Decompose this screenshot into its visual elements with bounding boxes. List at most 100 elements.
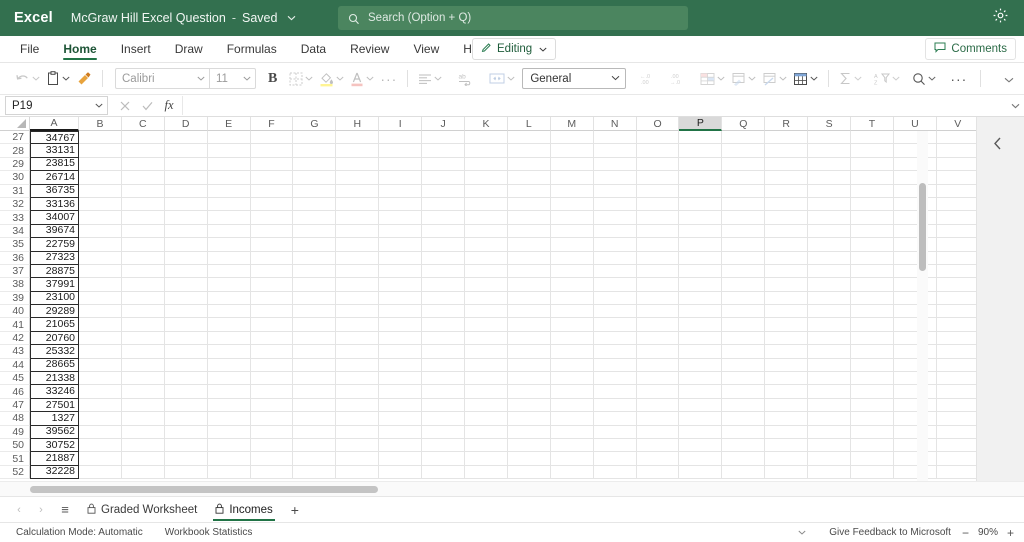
cell-F38[interactable] <box>250 278 294 292</box>
cell-R33[interactable] <box>765 211 809 225</box>
cell-D42[interactable] <box>164 331 208 346</box>
cell-I31[interactable] <box>379 184 423 198</box>
cell-R37[interactable] <box>765 264 809 279</box>
cell-F36[interactable] <box>250 251 294 265</box>
cell-C30[interactable] <box>121 171 165 185</box>
row-header[interactable]: 41 <box>0 318 30 332</box>
cell-F44[interactable] <box>250 358 294 373</box>
cell-C51[interactable] <box>121 452 165 466</box>
cell-M28[interactable] <box>550 144 594 158</box>
cell-A44[interactable]: 28665 <box>30 357 79 373</box>
cell-P46[interactable] <box>679 385 723 399</box>
cell-E47[interactable] <box>207 398 251 413</box>
cell-G52[interactable] <box>293 465 337 480</box>
cell-E51[interactable] <box>207 452 251 466</box>
chevron-down-icon[interactable] <box>434 74 442 83</box>
cell-F45[interactable] <box>250 372 294 386</box>
cell-R35[interactable] <box>765 238 809 252</box>
cell-A43[interactable]: 25332 <box>30 344 79 359</box>
chevron-down-icon[interactable] <box>748 74 756 83</box>
cell-N35[interactable] <box>593 238 637 252</box>
cell-E34[interactable] <box>207 224 251 239</box>
cell-H30[interactable] <box>336 171 380 185</box>
column-header-n[interactable]: N <box>593 117 637 131</box>
cell-V43[interactable] <box>936 345 976 359</box>
column-header-p[interactable]: P <box>679 117 723 131</box>
cell-G39[interactable] <box>293 291 337 306</box>
cell-T43[interactable] <box>851 345 894 359</box>
cell-K37[interactable] <box>465 264 508 279</box>
cell-U50[interactable] <box>893 438 937 453</box>
cell-I52[interactable] <box>379 465 423 480</box>
cell-T30[interactable] <box>851 171 894 185</box>
cell-H46[interactable] <box>336 385 380 399</box>
cell-D38[interactable] <box>164 278 208 292</box>
cell-S39[interactable] <box>808 291 852 306</box>
cell-K35[interactable] <box>465 238 508 252</box>
vertical-scrollbar-thumb[interactable] <box>919 183 926 271</box>
cell-A38[interactable]: 37991 <box>30 277 79 292</box>
cell-R27[interactable] <box>765 131 809 145</box>
cell-C40[interactable] <box>121 305 165 319</box>
insert-cells-button[interactable] <box>790 67 821 91</box>
column-header-m[interactable]: M <box>550 117 594 131</box>
cell-O36[interactable] <box>636 251 680 265</box>
cell-C46[interactable] <box>121 385 165 399</box>
editing-mode-button[interactable]: Editing <box>472 38 557 60</box>
cell-O50[interactable] <box>636 438 680 453</box>
cell-E44[interactable] <box>207 358 251 373</box>
cell-V40[interactable] <box>936 305 976 319</box>
cell-K43[interactable] <box>465 345 508 359</box>
cell-L46[interactable] <box>507 385 551 399</box>
cell-R36[interactable] <box>765 251 809 265</box>
cell-F37[interactable] <box>250 264 294 279</box>
cell-L30[interactable] <box>507 171 551 185</box>
cell-U33[interactable] <box>893 211 937 225</box>
cell-E48[interactable] <box>207 412 251 426</box>
cell-F34[interactable] <box>250 224 294 239</box>
cell-O43[interactable] <box>636 345 680 359</box>
cell-M34[interactable] <box>550 224 594 239</box>
cancel-entry-button[interactable] <box>114 96 136 116</box>
cell-N51[interactable] <box>593 452 637 466</box>
tab-home[interactable]: Home <box>51 36 108 62</box>
cell-A42[interactable]: 20760 <box>30 330 79 346</box>
cell-L43[interactable] <box>507 345 551 359</box>
cell-B28[interactable] <box>79 144 122 158</box>
row-header[interactable]: 31 <box>0 184 30 198</box>
cell-J35[interactable] <box>422 238 466 252</box>
cell-Q48[interactable] <box>722 412 766 426</box>
cell-C29[interactable] <box>121 157 165 172</box>
cell-I33[interactable] <box>379 211 423 225</box>
cell-T39[interactable] <box>851 291 894 306</box>
cell-U43[interactable] <box>893 345 937 359</box>
cell-L35[interactable] <box>507 238 551 252</box>
cell-T49[interactable] <box>851 425 894 439</box>
cell-E43[interactable] <box>207 345 251 359</box>
cell-P50[interactable] <box>679 438 723 453</box>
cell-G46[interactable] <box>293 385 337 399</box>
cell-D52[interactable] <box>164 465 208 480</box>
cell-N46[interactable] <box>593 385 637 399</box>
cell-I32[interactable] <box>379 197 423 212</box>
cell-C37[interactable] <box>121 264 165 279</box>
cell-E33[interactable] <box>207 211 251 225</box>
cell-H37[interactable] <box>336 264 380 279</box>
cell-O46[interactable] <box>636 385 680 399</box>
cell-P31[interactable] <box>679 184 723 198</box>
row-header[interactable]: 50 <box>0 438 30 453</box>
cell-R42[interactable] <box>765 331 809 346</box>
cell-N32[interactable] <box>593 197 637 212</box>
cell-I43[interactable] <box>379 345 423 359</box>
cell-C27[interactable] <box>121 131 165 145</box>
cell-S32[interactable] <box>808 197 852 212</box>
cell-M49[interactable] <box>550 425 594 439</box>
cell-P27[interactable] <box>679 131 723 145</box>
cell-C42[interactable] <box>121 331 165 346</box>
cell-L36[interactable] <box>507 251 551 265</box>
zoom-in-button[interactable]: + <box>1007 526 1014 540</box>
cell-C35[interactable] <box>121 238 165 252</box>
cell-F43[interactable] <box>250 345 294 359</box>
cell-J38[interactable] <box>422 278 466 292</box>
cell-B46[interactable] <box>79 385 122 399</box>
